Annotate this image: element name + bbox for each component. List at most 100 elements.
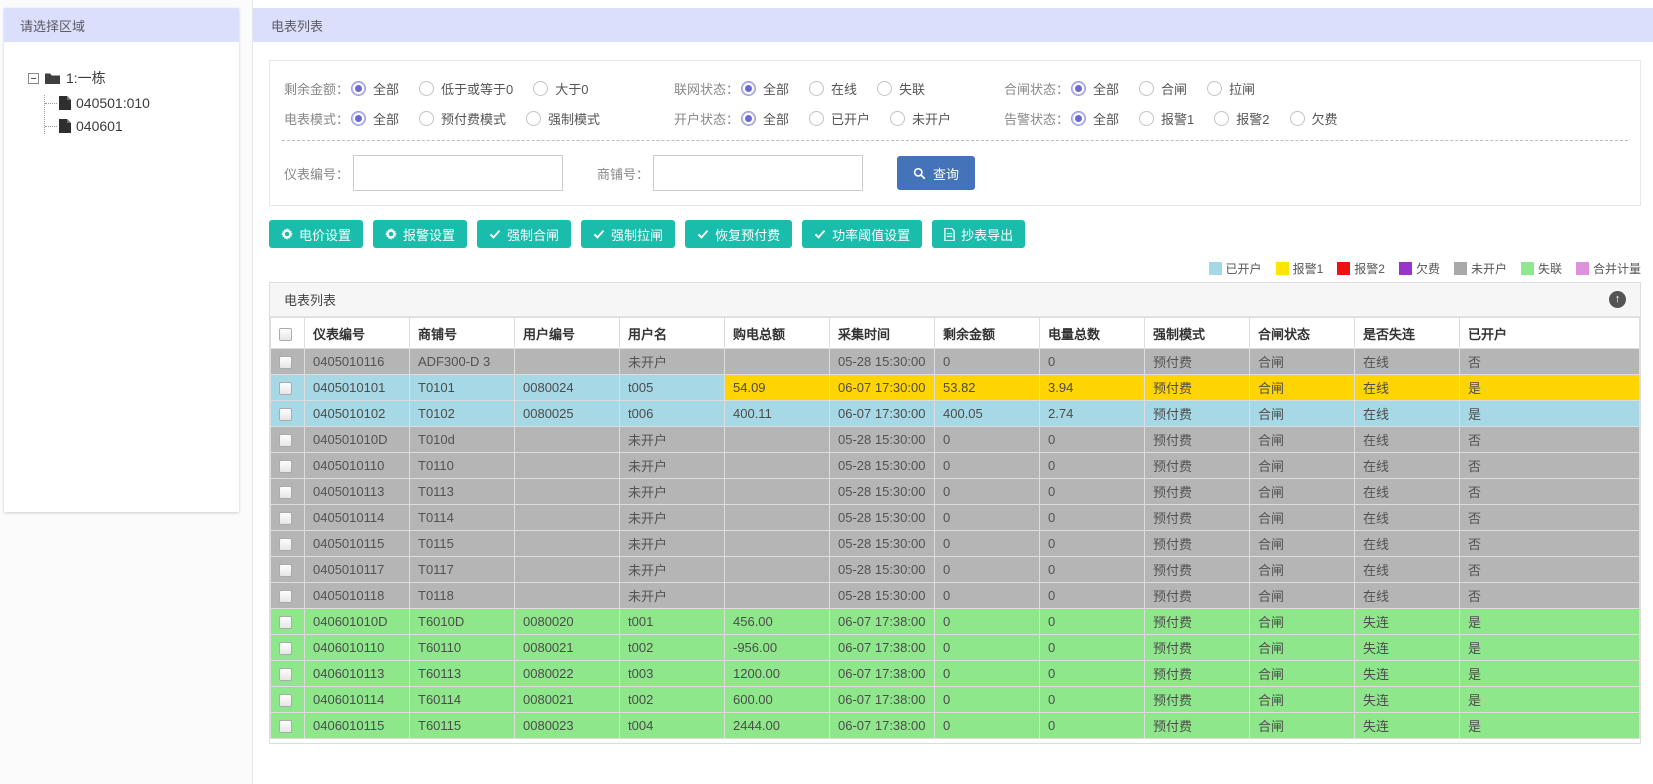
table-row: 040501010D T010d 未开户 05-28 15:30:00 0 0 预付费 合闸在… (270, 426, 1640, 453)
row-checkbox-cell (270, 400, 305, 427)
row-checkbox[interactable] (279, 356, 292, 370)
shop-no-input[interactable] (653, 155, 864, 191)
radio-icon[interactable] (1214, 110, 1230, 126)
radio-option[interactable]: 失联 (877, 79, 925, 98)
radio-option[interactable]: 大于0 (533, 79, 589, 98)
radio-icon[interactable] (1071, 80, 1087, 96)
radio-icon[interactable] (890, 110, 906, 126)
radio-icon[interactable] (809, 80, 825, 96)
column-header: 用户编号 (514, 317, 620, 349)
tree-leaf-label[interactable]: 040601 (76, 118, 123, 134)
table-cell: 040601010D (304, 608, 410, 635)
select-all-checkbox[interactable] (279, 327, 292, 341)
radio-icon[interactable] (533, 80, 549, 96)
tree-leaf-label[interactable]: 040501:010 (76, 95, 150, 111)
toolbar-button[interactable]: 强制拉闸 (581, 220, 676, 248)
radio-option[interactable]: 强制模式 (526, 109, 600, 128)
table-cell: 预付费 (1144, 660, 1250, 687)
row-checkbox[interactable] (279, 564, 292, 578)
table-cell: 0 (934, 452, 1040, 479)
radio-option[interactable]: 全部 (351, 109, 399, 128)
row-checkbox[interactable] (279, 434, 292, 448)
column-header: 购电总额 (724, 317, 830, 349)
toolbar-button[interactable]: 电价设置 (269, 220, 364, 248)
radio-icon[interactable] (526, 110, 542, 126)
search-button[interactable]: 查询 (897, 156, 976, 190)
collapse-up-icon[interactable]: ↑ (1609, 291, 1626, 308)
toolbar-button[interactable]: 恢复预付费 (685, 220, 793, 248)
radio-icon[interactable] (351, 110, 367, 126)
filter-group: 联网状态： 全部 在线 失联 (674, 79, 1004, 98)
toolbar-button[interactable]: 抄表导出 (932, 220, 1026, 248)
row-checkbox[interactable] (279, 616, 292, 630)
tree-node-root[interactable]: 1:一栋 (28, 68, 239, 88)
table-cell: t002 (619, 634, 725, 661)
filter-row-1: 剩余金额： 全部 低于或等于0 大于0 联网状态： 全部 在线 失联 合闸状态： 全部 合闸 拉闸 (284, 73, 1626, 103)
file-icon (944, 227, 955, 241)
radio-icon[interactable] (877, 80, 893, 96)
radio-option[interactable]: 全部 (741, 79, 789, 98)
search-row: 仪表编号： 商铺号： 查询 (270, 141, 1640, 205)
tree-collapse-icon[interactable] (28, 72, 39, 84)
table-cell: 预付费 (1144, 686, 1250, 713)
table-cell: 06-07 17:38:00 (829, 712, 935, 739)
radio-icon[interactable] (1207, 80, 1223, 96)
radio-option[interactable]: 全部 (1071, 109, 1119, 128)
table-cell: 否 (1459, 348, 1640, 375)
gear-icon (281, 228, 293, 240)
row-checkbox[interactable] (279, 486, 292, 500)
radio-icon[interactable] (1139, 110, 1155, 126)
row-checkbox[interactable] (279, 512, 292, 526)
radio-icon[interactable] (419, 80, 435, 96)
radio-icon[interactable] (1289, 110, 1305, 126)
row-checkbox[interactable] (279, 408, 292, 422)
table-cell: 0 (1039, 712, 1145, 739)
radio-option[interactable]: 低于或等于0 (419, 79, 513, 98)
filter-row-2: 电表模式： 全部 预付费模式 强制模式 开户状态： 全部 已开户 未开户 告警状态： 全部 报警1 报… (284, 103, 1626, 133)
radio-icon[interactable] (809, 110, 825, 126)
row-checkbox-cell (270, 608, 305, 635)
table-cell: 0405010101 (304, 374, 410, 401)
row-checkbox[interactable] (279, 382, 292, 396)
radio-option[interactable]: 欠费 (1289, 109, 1338, 128)
radio-option[interactable]: 预付费模式 (419, 109, 506, 128)
row-checkbox[interactable] (279, 720, 292, 734)
radio-icon[interactable] (351, 80, 367, 96)
table-cell: 3.94 (1039, 374, 1145, 401)
toolbar-button[interactable]: 强制合闸 (477, 220, 572, 248)
row-checkbox[interactable] (279, 538, 292, 552)
table-cell: 0 (934, 556, 1040, 583)
toolbar-button-label: 恢复预付费 (715, 227, 781, 243)
radio-option[interactable]: 全部 (1071, 79, 1119, 98)
row-checkbox[interactable] (279, 642, 292, 656)
row-checkbox[interactable] (279, 460, 292, 474)
radio-option-label: 强制模式 (548, 111, 601, 127)
radio-option[interactable]: 在线 (809, 79, 857, 98)
radio-option[interactable]: 报警2 (1214, 109, 1270, 128)
row-checkbox[interactable] (279, 590, 292, 604)
toolbar-button[interactable]: 报警设置 (373, 220, 468, 248)
tree-node-leaf[interactable]: 040501:010 (45, 95, 239, 111)
radio-icon[interactable] (419, 110, 435, 126)
radio-option[interactable]: 合闸 (1139, 79, 1187, 98)
table-cell: 06-07 17:38:00 (829, 686, 935, 713)
radio-option[interactable]: 已开户 (809, 109, 870, 128)
radio-icon[interactable] (1071, 110, 1087, 126)
radio-option[interactable]: 报警1 (1139, 109, 1194, 128)
tree-node-leaf[interactable]: 040601 (45, 118, 239, 134)
radio-option[interactable]: 拉闸 (1207, 79, 1255, 98)
meter-no-input[interactable] (353, 155, 564, 191)
table-cell: 否 (1459, 530, 1640, 557)
row-checkbox[interactable] (279, 694, 292, 708)
tree-root-label[interactable]: 1:一栋 (66, 68, 106, 88)
radio-icon[interactable] (741, 80, 757, 96)
radio-option[interactable]: 未开户 (890, 109, 951, 128)
radio-option[interactable]: 全部 (351, 79, 399, 98)
table-cell (514, 530, 620, 557)
table-cell (724, 556, 830, 583)
radio-option[interactable]: 全部 (741, 109, 789, 128)
toolbar-button[interactable]: 功率阈值设置 (802, 220, 923, 248)
radio-icon[interactable] (741, 110, 757, 126)
row-checkbox[interactable] (279, 668, 292, 682)
radio-icon[interactable] (1139, 80, 1155, 96)
